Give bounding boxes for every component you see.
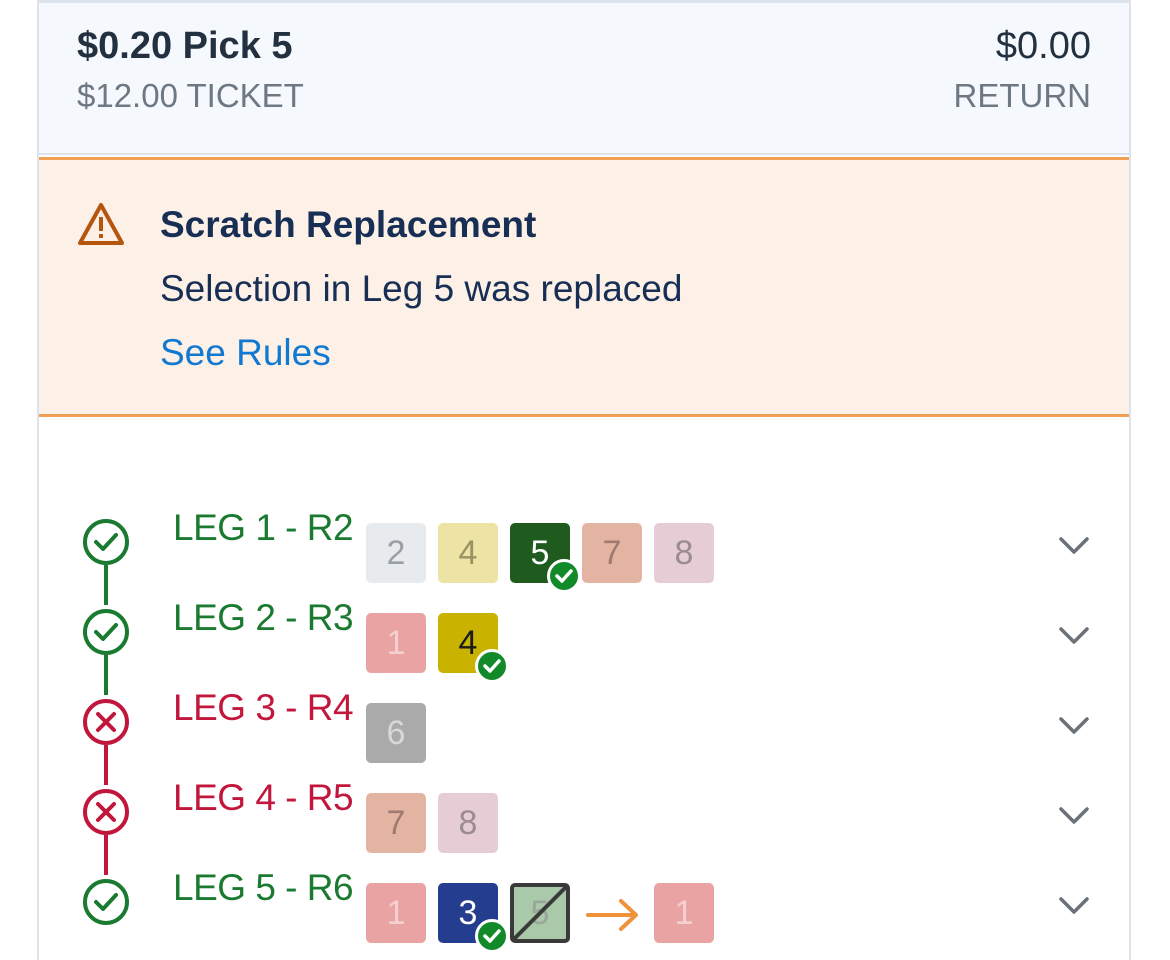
x-circle-icon: [83, 789, 129, 835]
ticket-cost: $12.00 TICKET: [77, 77, 304, 114]
check-circle-icon: [83, 519, 129, 565]
leg-label: LEG 5 - R6: [173, 867, 354, 908]
return-label: RETURN: [953, 77, 1092, 114]
chevron-down-icon[interactable]: [1057, 623, 1091, 647]
bet-title: $0.20 Pick 5: [77, 25, 293, 67]
check-circle-icon: [83, 609, 129, 655]
chevron-down-icon[interactable]: [1057, 533, 1091, 557]
winner-check-icon: [475, 919, 509, 953]
scratch-replacement-alert: Scratch Replacement Selection in Leg 5 w…: [39, 157, 1129, 417]
legs-list: LEG 1 - R2 2 4 5 7 8 LEG 2 - R3 1 4 LEG …: [39, 483, 1129, 953]
selection-chip: 7: [366, 793, 426, 853]
alert-message: Selection in Leg 5 was replaced: [160, 268, 683, 309]
warning-triangle-icon: [78, 203, 124, 245]
winner-check-icon: [475, 649, 509, 683]
leg-row[interactable]: LEG 1 - R2 2 4 5 7 8: [39, 503, 1129, 593]
return-amount: $0.00: [995, 25, 1091, 67]
leg-label: LEG 3 - R4: [173, 687, 354, 728]
leg-label: LEG 1 - R2: [173, 507, 354, 548]
bet-card: $0.20 Pick 5 $12.00 TICKET $0.00 RETURN …: [37, 0, 1131, 960]
scratch-slash-icon: [512, 885, 568, 941]
selection-chip: 2: [366, 523, 426, 583]
selection-chip: 1: [366, 613, 426, 673]
winner-check-icon: [547, 559, 581, 593]
leg-label: LEG 4 - R5: [173, 777, 354, 818]
arrow-right-icon: [586, 899, 638, 931]
leg-row[interactable]: LEG 3 - R4 6: [39, 683, 1129, 763]
replacement-selection-chip: 1: [654, 883, 714, 943]
leg-label: LEG 2 - R3: [173, 597, 354, 638]
selection-chip: 6: [366, 703, 426, 763]
selection-chip: 8: [438, 793, 498, 853]
chevron-down-icon[interactable]: [1057, 713, 1091, 737]
bet-header: $0.20 Pick 5 $12.00 TICKET $0.00 RETURN: [39, 3, 1129, 155]
leg-row[interactable]: LEG 5 - R6 1 3 5 1: [39, 863, 1129, 953]
x-circle-icon: [83, 699, 129, 745]
selection-chip: 8: [654, 523, 714, 583]
chevron-down-icon[interactable]: [1057, 803, 1091, 827]
see-rules-link[interactable]: See Rules: [160, 332, 331, 374]
leg-row[interactable]: LEG 4 - R5 7 8: [39, 773, 1129, 853]
selection-chip: 1: [366, 883, 426, 943]
check-circle-icon: [83, 879, 129, 925]
alert-title: Scratch Replacement: [160, 204, 537, 245]
leg-row[interactable]: LEG 2 - R3 1 4: [39, 593, 1129, 683]
chevron-down-icon[interactable]: [1057, 893, 1091, 917]
selection-chip: 4: [438, 523, 498, 583]
selection-chip: 7: [582, 523, 642, 583]
